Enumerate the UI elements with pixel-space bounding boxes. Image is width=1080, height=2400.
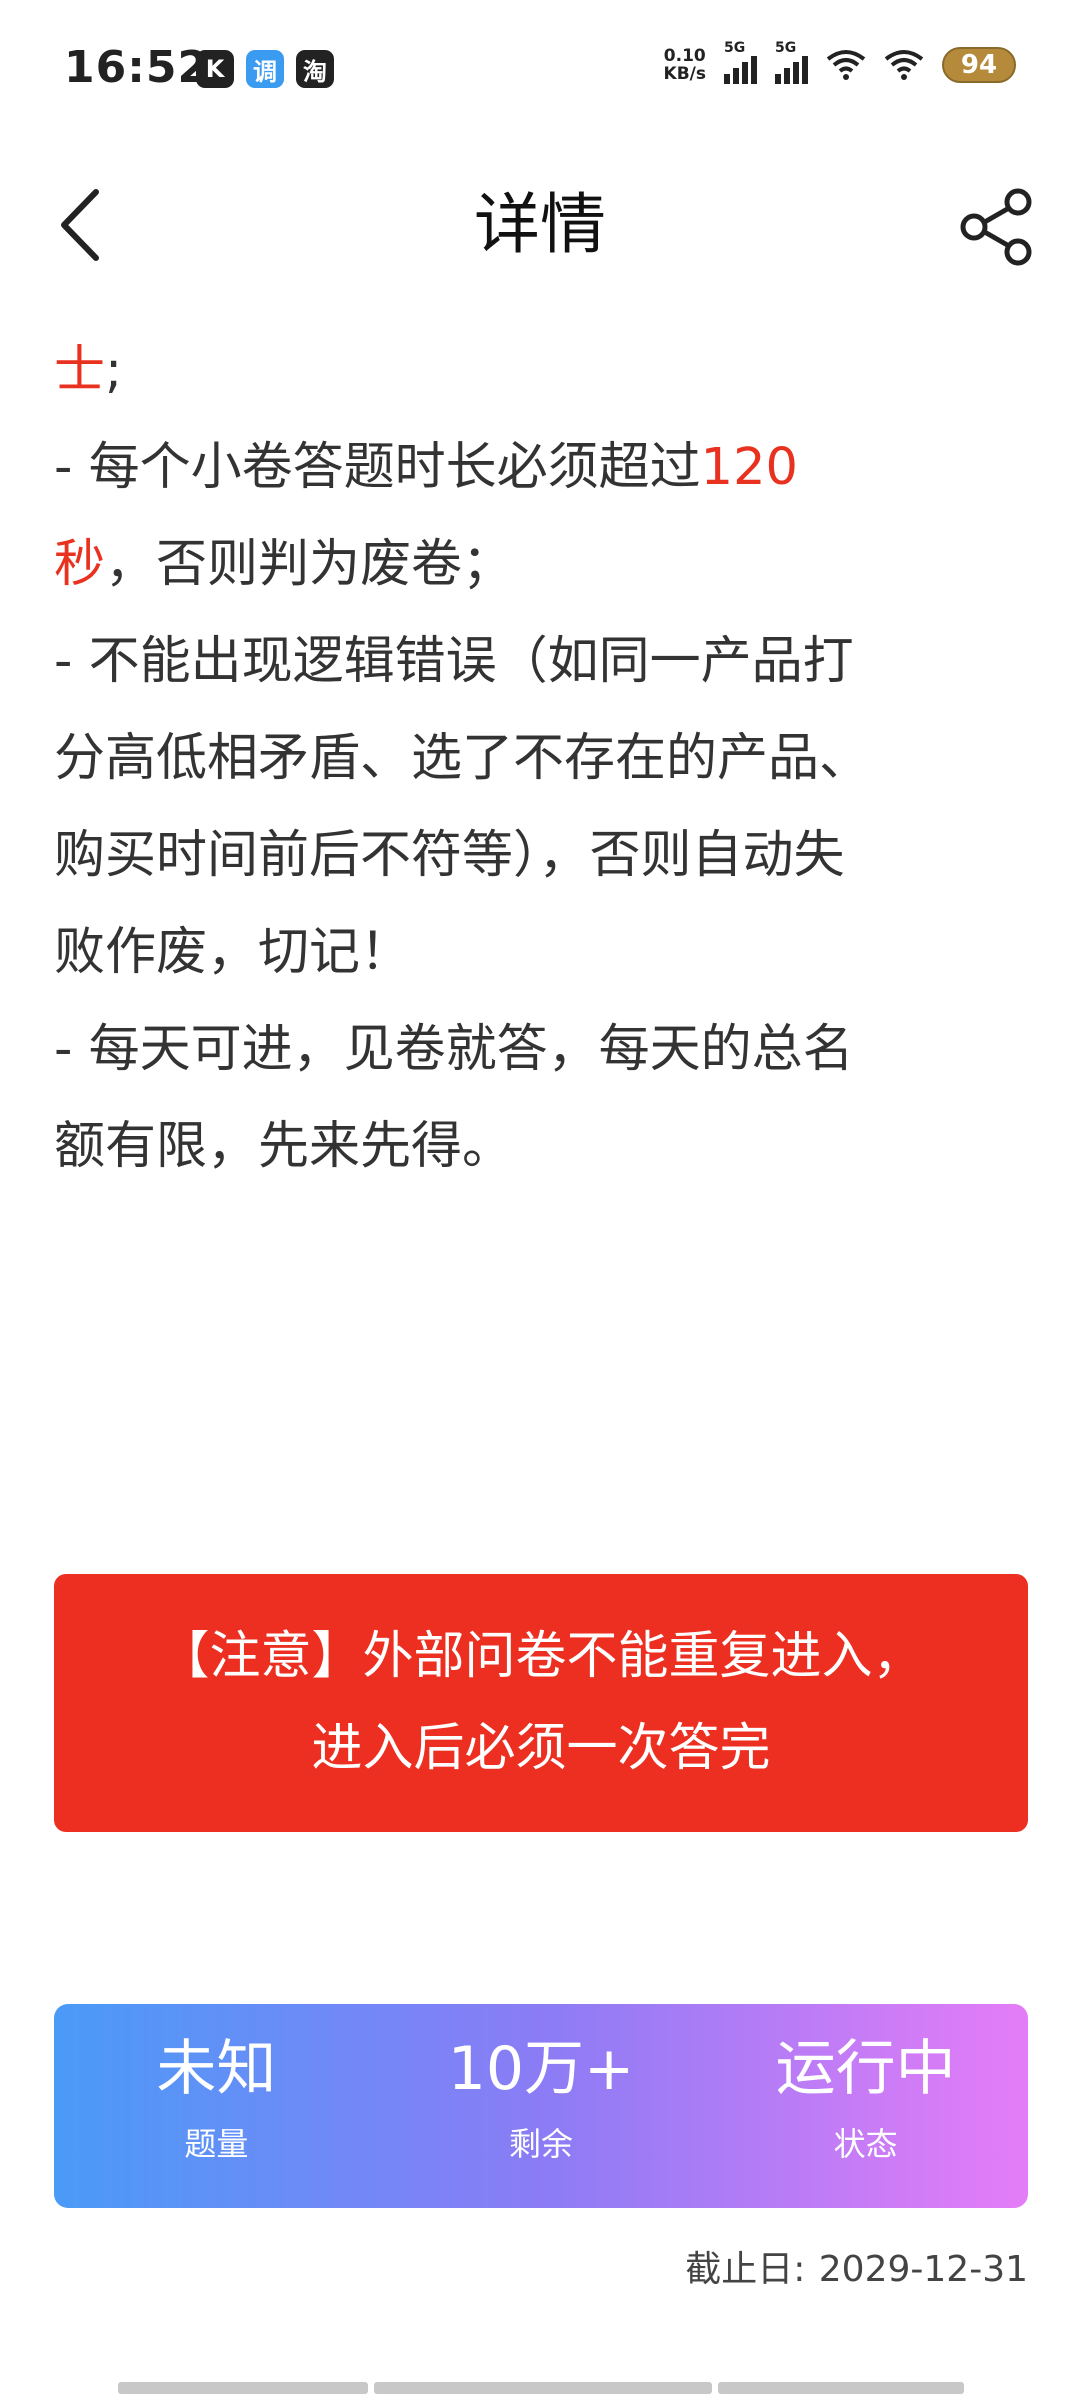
content-line: 额有限，先来先得。 xyxy=(54,1117,514,1176)
content-line: 购买时间前后不符等），否则自动失 xyxy=(54,826,845,885)
share-button[interactable] xyxy=(950,182,1040,272)
stat-label: 题量 xyxy=(184,2125,249,2163)
app-taobao-icon: 淘 xyxy=(296,50,334,88)
stat-label: 状态 xyxy=(833,2125,898,2163)
wifi-icon xyxy=(884,49,924,81)
stat-label: 剩余 xyxy=(509,2125,574,2163)
content-line: 分高低相矛盾、选了不存在的产品、 xyxy=(54,729,871,788)
content-line: 败作废，切记！ xyxy=(54,923,412,982)
notice-line-2: 进入后必须一次答完 xyxy=(311,1719,771,1778)
stat-value: 10万+ xyxy=(447,2034,635,2104)
status-indicators: 0.10 KB/s 5G 5G 94 xyxy=(664,40,1016,84)
stat-value: 未知 xyxy=(156,2034,277,2104)
content-text: ; xyxy=(105,341,123,400)
notice-line-1: 【注意】外部问卷不能重复进入， xyxy=(158,1627,924,1686)
stats-card: 未知 题量 10万+ 剩余 运行中 状态 xyxy=(54,2004,1028,2208)
stat-status: 运行中 状态 xyxy=(703,2004,1028,2208)
notice-banner: 【注意】外部问卷不能重复进入， 进入后必须一次答完 xyxy=(54,1574,1028,1832)
share-icon xyxy=(960,188,1032,266)
deadline: 截止日: 2029-12-31 xyxy=(683,2240,1028,2292)
highlight-text: 秒 xyxy=(54,535,106,594)
sim2-label: 5G xyxy=(775,40,797,56)
battery-icon: 94 xyxy=(942,47,1016,83)
net-speed-unit: KB/s xyxy=(663,64,706,84)
status-bar: 16:52 K 调 淘 0.10 KB/s 5G 5G 94 xyxy=(0,0,1080,140)
gesture-bar[interactable] xyxy=(118,2382,964,2394)
page-title: 详情 xyxy=(474,186,606,263)
app-k-icon: K xyxy=(196,50,234,88)
stat-remaining: 10万+ 剩余 xyxy=(379,2004,704,2208)
signal-sim1-icon: 5G xyxy=(724,40,757,84)
signal-sim2-icon: 5G xyxy=(775,40,808,84)
stat-question-count: 未知 题量 xyxy=(54,2004,379,2208)
highlight-text: 120 xyxy=(700,438,798,497)
content-line: 秒，否则判为废卷； xyxy=(54,516,1014,613)
sim1-label: 5G xyxy=(724,40,746,56)
notification-icons: K 调 淘 xyxy=(196,50,334,88)
net-speed-value: 0.10 xyxy=(663,46,706,66)
content-line: - 每个小卷答题时长必须超过120 xyxy=(54,419,1014,516)
wifi-plus-icon xyxy=(826,49,866,81)
stat-value: 运行中 xyxy=(775,2034,956,2104)
status-time: 16:52 xyxy=(64,42,210,93)
content-line: 士; xyxy=(54,322,1014,419)
app-survey-icon: 调 xyxy=(246,50,284,88)
content-line: - 每天可进，见卷就答，每天的总名 xyxy=(54,1020,854,1079)
content-text: ，否则判为废卷； xyxy=(105,535,514,594)
net-speed: 0.10 KB/s xyxy=(664,47,706,83)
detail-content: 士; - 每个小卷答题时长必须超过120 秒，否则判为废卷； - 不能出现逻辑错… xyxy=(54,322,1014,1195)
nav-bar: 详情 xyxy=(0,160,1080,290)
deadline-date: 2029-12-31 xyxy=(818,2249,1028,2290)
content-text: - 每个小卷答题时长必须超过 xyxy=(54,438,701,497)
content-line: - 不能出现逻辑错误（如同一产品打 xyxy=(54,632,854,691)
deadline-label: 截止日: xyxy=(685,2249,806,2290)
highlight-text: 士 xyxy=(54,341,106,400)
